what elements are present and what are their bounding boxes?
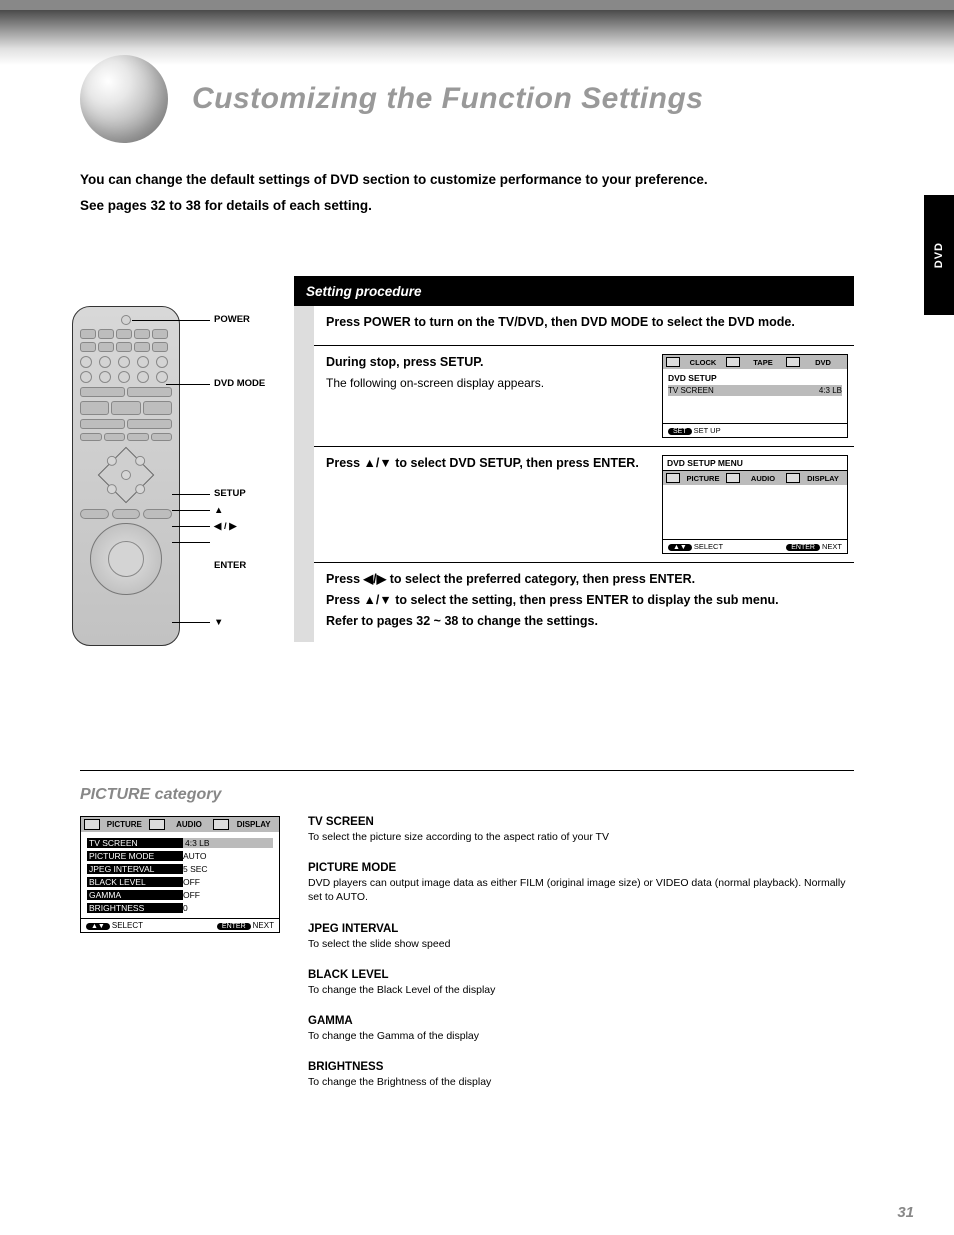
tape-icon bbox=[726, 357, 740, 367]
step3-osd: DVD SETUP MENU PICTURE AUDIO DISPLAY ▲▼S… bbox=[662, 455, 848, 554]
osd-row: PICTURE MODEAUTO bbox=[87, 849, 273, 862]
sphere-icon bbox=[80, 55, 168, 143]
descriptions: TV SCREEN To select the picture size acc… bbox=[298, 816, 854, 1107]
intro-block: You can change the default settings of D… bbox=[80, 170, 850, 217]
audio-icon bbox=[726, 473, 740, 483]
remote-left bbox=[105, 454, 119, 468]
label-down: ▼ bbox=[214, 617, 223, 628]
picture-icon bbox=[84, 819, 100, 830]
side-tab: DVD bbox=[924, 195, 954, 315]
remote-down bbox=[105, 482, 119, 496]
osd-row: BRIGHTNESS0 bbox=[87, 901, 273, 914]
desc-picture-mode: PICTURE MODE DVD players can output imag… bbox=[298, 862, 854, 904]
remote-illustration: POWER DVD MODE SETUP ▲ ◀ / ▶ ENTER ▼ bbox=[72, 306, 212, 646]
intro-p2: See pages 32 to 38 for details of each s… bbox=[80, 196, 850, 216]
step-1: 1 Press POWER to turn on the TV/DVD, the… bbox=[294, 306, 854, 346]
label-setup: SETUP bbox=[214, 488, 246, 499]
step-4: 4 Press ◀/▶ to select the preferred cate… bbox=[294, 563, 854, 642]
remote-jog bbox=[90, 523, 162, 595]
display-icon bbox=[213, 819, 229, 830]
page-title: Customizing the Function Settings bbox=[192, 82, 703, 116]
desc-brightness: BRIGHTNESS To change the Brightness of t… bbox=[298, 1061, 854, 1089]
remote-up bbox=[133, 454, 147, 468]
steps-column: 1 Press POWER to turn on the TV/DVD, the… bbox=[294, 306, 854, 642]
dvd-icon bbox=[786, 357, 800, 367]
label-power: POWER bbox=[214, 314, 250, 325]
step-strip bbox=[294, 306, 314, 642]
section-bar: Setting procedure bbox=[294, 276, 854, 306]
clock-icon bbox=[666, 357, 680, 367]
osd-row: TV SCREEN4:3 LB bbox=[87, 836, 273, 849]
label-enter: ENTER bbox=[214, 560, 246, 571]
desc-black-level: BLACK LEVEL To change the Black Level of… bbox=[298, 969, 854, 997]
remote-enter bbox=[119, 468, 133, 482]
lower-title: PICTURE category bbox=[80, 786, 221, 804]
picture-osd: PICTURE AUDIO DISPLAY TV SCREEN4:3 LB PI… bbox=[80, 816, 280, 933]
desc-jpeg-interval: JPEG INTERVAL To select the slide show s… bbox=[298, 923, 854, 951]
remote-body bbox=[72, 306, 180, 646]
osd-row: BLACK LEVELOFF bbox=[87, 875, 273, 888]
osd-row: JPEG INTERVAL5 SEC bbox=[87, 862, 273, 875]
label-lr: ◀ / ▶ bbox=[214, 521, 237, 532]
label-up: ▲ bbox=[214, 505, 223, 516]
picture-icon bbox=[666, 473, 680, 483]
step2-osd: CLOCK TAPE DVD DVD SETUP TV SCREEN4:3 LB… bbox=[662, 354, 848, 438]
remote-dpad bbox=[80, 445, 172, 505]
title-row: Customizing the Function Settings bbox=[80, 55, 703, 143]
section-divider bbox=[80, 770, 854, 771]
desc-gamma: GAMMA To change the Gamma of the display bbox=[298, 1015, 854, 1043]
remote-right bbox=[133, 482, 147, 496]
label-dvd-mode: DVD MODE bbox=[214, 378, 265, 389]
step-3: 3 Press ▲/▼ to select DVD SETUP, then pr… bbox=[294, 447, 854, 563]
step-2: 2 During stop, press SETUP. The followin… bbox=[294, 346, 854, 447]
audio-icon bbox=[149, 819, 165, 830]
intro-p1: You can change the default settings of D… bbox=[80, 170, 850, 190]
osd-row: GAMMAOFF bbox=[87, 888, 273, 901]
page-number: 31 bbox=[897, 1204, 914, 1221]
desc-tv-screen: TV SCREEN To select the picture size acc… bbox=[298, 816, 854, 844]
page-top-bar bbox=[0, 0, 954, 10]
display-icon bbox=[786, 473, 800, 483]
remote-power-led bbox=[121, 315, 131, 325]
lower-section: PICTURE AUDIO DISPLAY TV SCREEN4:3 LB PI… bbox=[80, 816, 854, 1107]
